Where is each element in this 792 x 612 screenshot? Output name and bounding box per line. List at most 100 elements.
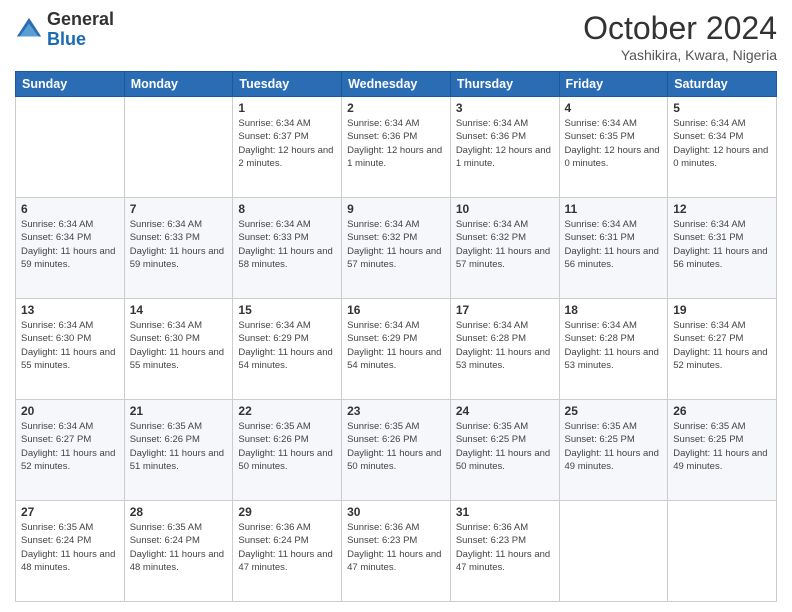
day-cell: 4 Sunrise: 6:34 AMSunset: 6:35 PMDaylight… [559,97,668,198]
day-number: 25 [565,404,663,418]
logo-general: General [47,9,114,29]
day-number: 19 [673,303,771,317]
day-cell: 21 Sunrise: 6:35 AMSunset: 6:26 PMDayligh… [124,400,233,501]
logo-text: General Blue [47,10,114,50]
day-number: 2 [347,101,445,115]
day-number: 4 [565,101,663,115]
day-info: Sunrise: 6:36 AMSunset: 6:24 PMDaylight:… [238,521,336,574]
day-cell: 28Sunrise: 6:35 AMSunset: 6:24 PMDayligh… [124,501,233,602]
day-number: 10 [456,202,554,216]
day-number: 16 [347,303,445,317]
day-cell: 8 Sunrise: 6:34 AMSunset: 6:33 PMDaylight… [233,198,342,299]
day-info: Sunrise: 6:34 AMSunset: 6:34 PMDaylight:… [21,218,119,271]
day-info: Sunrise: 6:36 AMSunset: 6:23 PMDaylight:… [347,521,445,574]
day-cell: 22Sunrise: 6:35 AMSunset: 6:26 PMDayligh… [233,400,342,501]
day-number: 29 [238,505,336,519]
day-cell: 7 Sunrise: 6:34 AMSunset: 6:33 PMDaylight… [124,198,233,299]
day-info: Sunrise: 6:34 AMSunset: 6:29 PMDaylight:… [238,319,336,372]
week-row-3: 20Sunrise: 6:34 AMSunset: 6:27 PMDayligh… [16,400,777,501]
day-cell [668,501,777,602]
day-cell: 29 Sunrise: 6:36 AMSunset: 6:24 PMDayligh… [233,501,342,602]
day-cell [124,97,233,198]
day-cell: 25 Sunrise: 6:35 AMSunset: 6:25 PMDayligh… [559,400,668,501]
day-info: Sunrise: 6:35 AMSunset: 6:24 PMDaylight:… [21,521,119,574]
day-cell: 12 Sunrise: 6:34 AMSunset: 6:31 PMDayligh… [668,198,777,299]
day-number: 6 [21,202,119,216]
header-row: Sunday Monday Tuesday Wednesday Thursday… [16,72,777,97]
week-row-0: 1 Sunrise: 6:34 AMSunset: 6:37 PMDaylight… [16,97,777,198]
day-info: Sunrise: 6:34 AMSunset: 6:27 PMDaylight:… [673,319,771,372]
col-monday: Monday [124,72,233,97]
day-info: Sunrise: 6:34 AMSunset: 6:35 PMDaylight:… [565,117,663,170]
day-cell: 17 Sunrise: 6:34 AMSunset: 6:28 PMDayligh… [450,299,559,400]
day-cell: 23Sunrise: 6:35 AMSunset: 6:26 PMDayligh… [342,400,451,501]
day-info: Sunrise: 6:35 AMSunset: 6:24 PMDaylight:… [130,521,228,574]
day-number: 13 [21,303,119,317]
day-cell: 10 Sunrise: 6:34 AMSunset: 6:32 PMDayligh… [450,198,559,299]
day-cell: 18 Sunrise: 6:34 AMSunset: 6:28 PMDayligh… [559,299,668,400]
day-info: Sunrise: 6:34 AMSunset: 6:37 PMDaylight:… [238,117,336,170]
day-info: Sunrise: 6:35 AMSunset: 6:25 PMDaylight:… [565,420,663,473]
day-cell: 26Sunrise: 6:35 AMSunset: 6:25 PMDayligh… [668,400,777,501]
day-cell: 14 Sunrise: 6:34 AMSunset: 6:30 PMDayligh… [124,299,233,400]
day-cell: 13Sunrise: 6:34 AMSunset: 6:30 PMDayligh… [16,299,125,400]
logo-icon [15,16,43,44]
day-info: Sunrise: 6:34 AMSunset: 6:31 PMDaylight:… [673,218,771,271]
day-cell: 3Sunrise: 6:34 AMSunset: 6:36 PMDaylight… [450,97,559,198]
day-info: Sunrise: 6:34 AMSunset: 6:36 PMDaylight:… [456,117,554,170]
day-cell: 2 Sunrise: 6:34 AMSunset: 6:36 PMDaylight… [342,97,451,198]
col-tuesday: Tuesday [233,72,342,97]
day-number: 1 [238,101,336,115]
title-block: October 2024 Yashikira, Kwara, Nigeria [583,10,777,63]
day-info: Sunrise: 6:34 AMSunset: 6:29 PMDaylight:… [347,319,445,372]
page: General Blue October 2024 Yashikira, Kwa… [0,0,792,612]
day-info: Sunrise: 6:34 AMSunset: 6:32 PMDaylight:… [347,218,445,271]
day-number: 7 [130,202,228,216]
day-number: 21 [130,404,228,418]
location: Yashikira, Kwara, Nigeria [583,47,777,63]
day-number: 8 [238,202,336,216]
day-number: 15 [238,303,336,317]
day-cell: 15 Sunrise: 6:34 AMSunset: 6:29 PMDayligh… [233,299,342,400]
day-number: 18 [565,303,663,317]
month-title: October 2024 [583,10,777,47]
day-number: 26 [673,404,771,418]
day-info: Sunrise: 6:34 AMSunset: 6:36 PMDaylight:… [347,117,445,170]
day-cell: 24Sunrise: 6:35 AMSunset: 6:25 PMDayligh… [450,400,559,501]
day-info: Sunrise: 6:34 AMSunset: 6:33 PMDaylight:… [238,218,336,271]
day-info: Sunrise: 6:36 AMSunset: 6:23 PMDaylight:… [456,521,554,574]
day-info: Sunrise: 6:35 AMSunset: 6:26 PMDaylight:… [130,420,228,473]
day-info: Sunrise: 6:34 AMSunset: 6:30 PMDaylight:… [130,319,228,372]
header: General Blue October 2024 Yashikira, Kwa… [15,10,777,63]
day-cell: 5 Sunrise: 6:34 AMSunset: 6:34 PMDaylight… [668,97,777,198]
col-friday: Friday [559,72,668,97]
day-number: 27 [21,505,119,519]
week-row-4: 27 Sunrise: 6:35 AMSunset: 6:24 PMDayligh… [16,501,777,602]
week-row-1: 6 Sunrise: 6:34 AMSunset: 6:34 PMDaylight… [16,198,777,299]
day-number: 20 [21,404,119,418]
day-number: 12 [673,202,771,216]
calendar-table: Sunday Monday Tuesday Wednesday Thursday… [15,71,777,602]
day-cell [16,97,125,198]
day-number: 22 [238,404,336,418]
day-info: Sunrise: 6:34 AMSunset: 6:28 PMDaylight:… [565,319,663,372]
day-info: Sunrise: 6:34 AMSunset: 6:34 PMDaylight:… [673,117,771,170]
day-info: Sunrise: 6:34 AMSunset: 6:28 PMDaylight:… [456,319,554,372]
day-number: 24 [456,404,554,418]
day-info: Sunrise: 6:34 AMSunset: 6:33 PMDaylight:… [130,218,228,271]
logo: General Blue [15,10,114,50]
col-sunday: Sunday [16,72,125,97]
day-number: 14 [130,303,228,317]
day-cell: 11Sunrise: 6:34 AMSunset: 6:31 PMDayligh… [559,198,668,299]
day-cell: 19 Sunrise: 6:34 AMSunset: 6:27 PMDayligh… [668,299,777,400]
day-cell: 1 Sunrise: 6:34 AMSunset: 6:37 PMDaylight… [233,97,342,198]
day-number: 30 [347,505,445,519]
day-cell: 9Sunrise: 6:34 AMSunset: 6:32 PMDaylight… [342,198,451,299]
logo-blue-text: Blue [47,29,86,49]
day-info: Sunrise: 6:34 AMSunset: 6:32 PMDaylight:… [456,218,554,271]
day-number: 17 [456,303,554,317]
day-cell: 20Sunrise: 6:34 AMSunset: 6:27 PMDayligh… [16,400,125,501]
day-cell: 27 Sunrise: 6:35 AMSunset: 6:24 PMDayligh… [16,501,125,602]
day-number: 5 [673,101,771,115]
week-row-2: 13 Sunrise: 6:34 AMSunset: 6:30 PMDayligh… [16,299,777,400]
